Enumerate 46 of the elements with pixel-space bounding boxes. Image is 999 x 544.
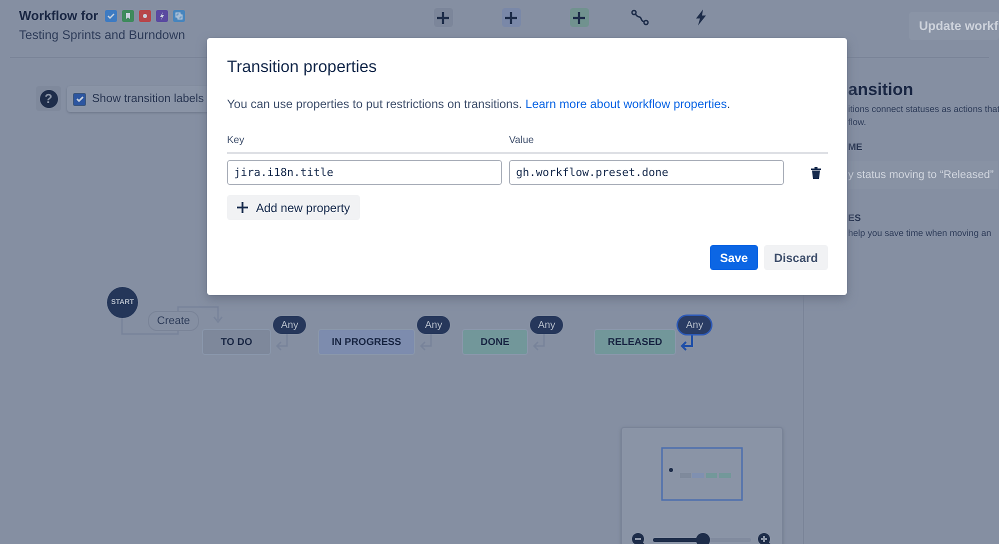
field-label: ME (848, 142, 862, 153)
zoom-slider[interactable] (653, 533, 751, 544)
any-transition[interactable]: Any (530, 316, 564, 334)
loop-arrow (532, 334, 545, 351)
checkbox[interactable] (73, 92, 86, 106)
bolt-icon[interactable] (695, 8, 707, 27)
any-transition[interactable]: Any (273, 316, 306, 334)
plus-icon (504, 10, 518, 24)
add-status-button[interactable] (434, 8, 452, 27)
key-field[interactable]: jira.i18n.title (227, 160, 502, 185)
add-status-button[interactable] (570, 8, 588, 27)
panel-help-text: help you save time when moving an (848, 227, 992, 240)
status-node[interactable]: DONE (462, 329, 528, 355)
loop-arrow (420, 334, 432, 351)
status-node[interactable]: RELEASED (594, 329, 676, 355)
transition-icon[interactable] (631, 8, 649, 27)
panel-title: ansition (848, 80, 914, 100)
loop-arrow (680, 334, 693, 351)
dialog-description: You can use properties to put restrictions on transitions. Learn more about workflow properties. (227, 97, 732, 111)
create-transition[interactable]: Create (148, 311, 200, 331)
column-header: Value (509, 135, 535, 146)
dialog-title: Transition properties (227, 58, 378, 77)
field-label: ES (848, 213, 861, 224)
add-status-button[interactable] (502, 8, 520, 27)
trash-icon[interactable] (811, 166, 821, 178)
zoom-in-icon[interactable] (757, 532, 773, 544)
plus-icon (572, 10, 586, 24)
discard-button[interactable]: Discard (764, 245, 828, 270)
show-labels-toggle[interactable]: Show transition labels (67, 86, 210, 112)
status-node[interactable]: TO DO (202, 329, 271, 355)
help-button[interactable]: ? (36, 86, 61, 111)
loop-arrow (276, 334, 288, 351)
add-property-button[interactable]: Add new property (227, 195, 360, 220)
value-field[interactable]: gh.workflow.preset.done (509, 160, 784, 185)
save-button[interactable]: Save (710, 245, 758, 270)
learn-more-link[interactable]: Learn more about workflow properties (525, 97, 727, 111)
workflow-title: Workflow for (19, 8, 98, 23)
plus-icon (237, 202, 248, 213)
any-transition[interactable]: Any (417, 316, 450, 334)
project-subtitle: Testing Sprints and Burndown (19, 28, 186, 42)
status-node[interactable]: IN PROGRESS (318, 329, 415, 355)
any-transition[interactable]: Any (678, 316, 712, 334)
zoom-out-icon[interactable] (631, 532, 647, 544)
plus-icon (436, 10, 450, 24)
checkmark-icon (74, 94, 84, 104)
column-header: Key (227, 135, 246, 146)
